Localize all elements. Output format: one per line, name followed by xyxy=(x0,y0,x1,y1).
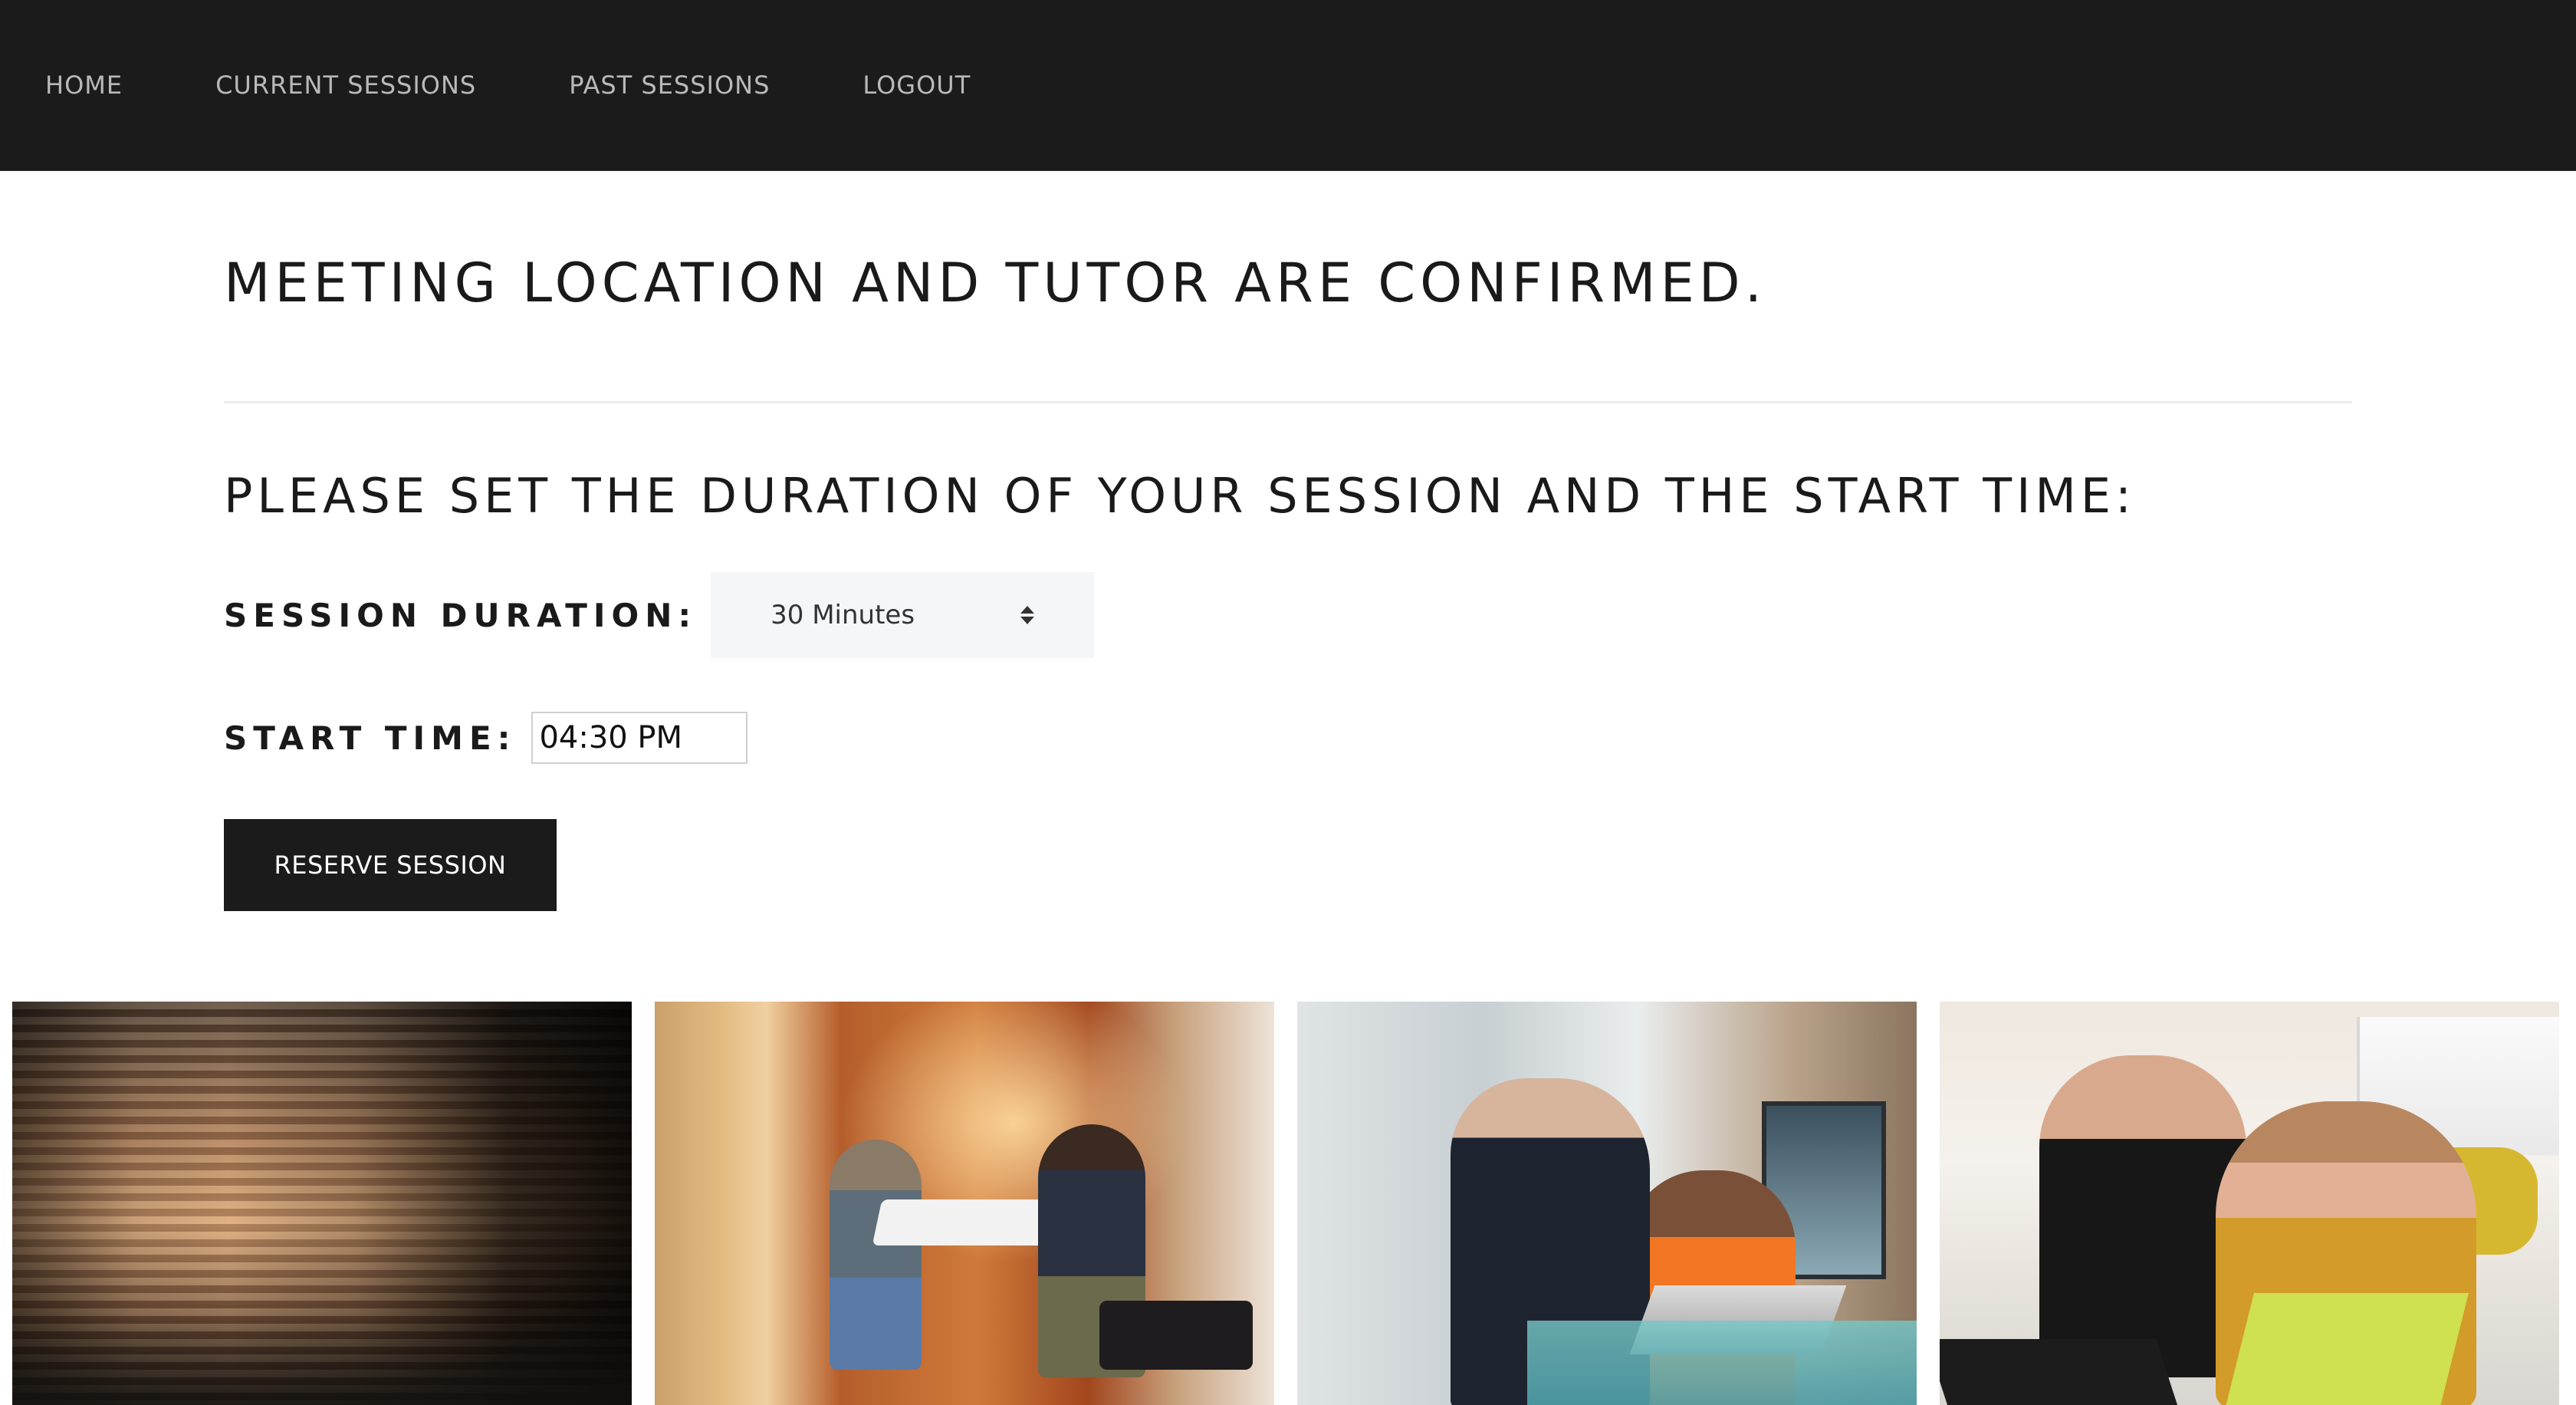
confirmation-heading: MEETING LOCATION AND TUTOR ARE CONFIRMED… xyxy=(224,252,1766,314)
select-arrows-icon xyxy=(1020,606,1035,625)
photo-gallery xyxy=(12,1002,2559,1405)
reserve-session-button[interactable]: RESERVE SESSION xyxy=(224,819,557,912)
main-content: MEETING LOCATION AND TUTOR ARE CONFIRMED… xyxy=(0,171,2576,912)
start-time-input[interactable] xyxy=(531,712,748,765)
duration-row: SESSION DURATION: 30 Minutes xyxy=(224,572,2352,659)
nav-home[interactable]: HOME xyxy=(45,71,123,100)
session-duration-value: 30 Minutes xyxy=(770,600,915,631)
nav-current-sessions[interactable]: CURRENT SESSIONS xyxy=(215,71,476,100)
booth-meeting-photo xyxy=(655,1002,1274,1405)
start-time-row: START TIME: xyxy=(224,712,2352,765)
session-duration-label: SESSION DURATION: xyxy=(224,596,698,634)
prompt-heading: PLEASE SET THE DURATION OF YOUR SESSION … xyxy=(224,468,2136,524)
office-discussion-photo xyxy=(1297,1002,1917,1405)
coworkers-laughing-photo xyxy=(1940,1002,2559,1405)
start-time-label: START TIME: xyxy=(224,719,517,757)
cafe-interior-photo xyxy=(12,1002,632,1405)
session-duration-select[interactable]: 30 Minutes xyxy=(711,572,1095,659)
nav-logout[interactable]: LOGOUT xyxy=(863,71,971,100)
nav-past-sessions[interactable]: PAST SESSIONS xyxy=(569,71,770,100)
top-navbar: HOME CURRENT SESSIONS PAST SESSIONS LOGO… xyxy=(0,0,2576,171)
